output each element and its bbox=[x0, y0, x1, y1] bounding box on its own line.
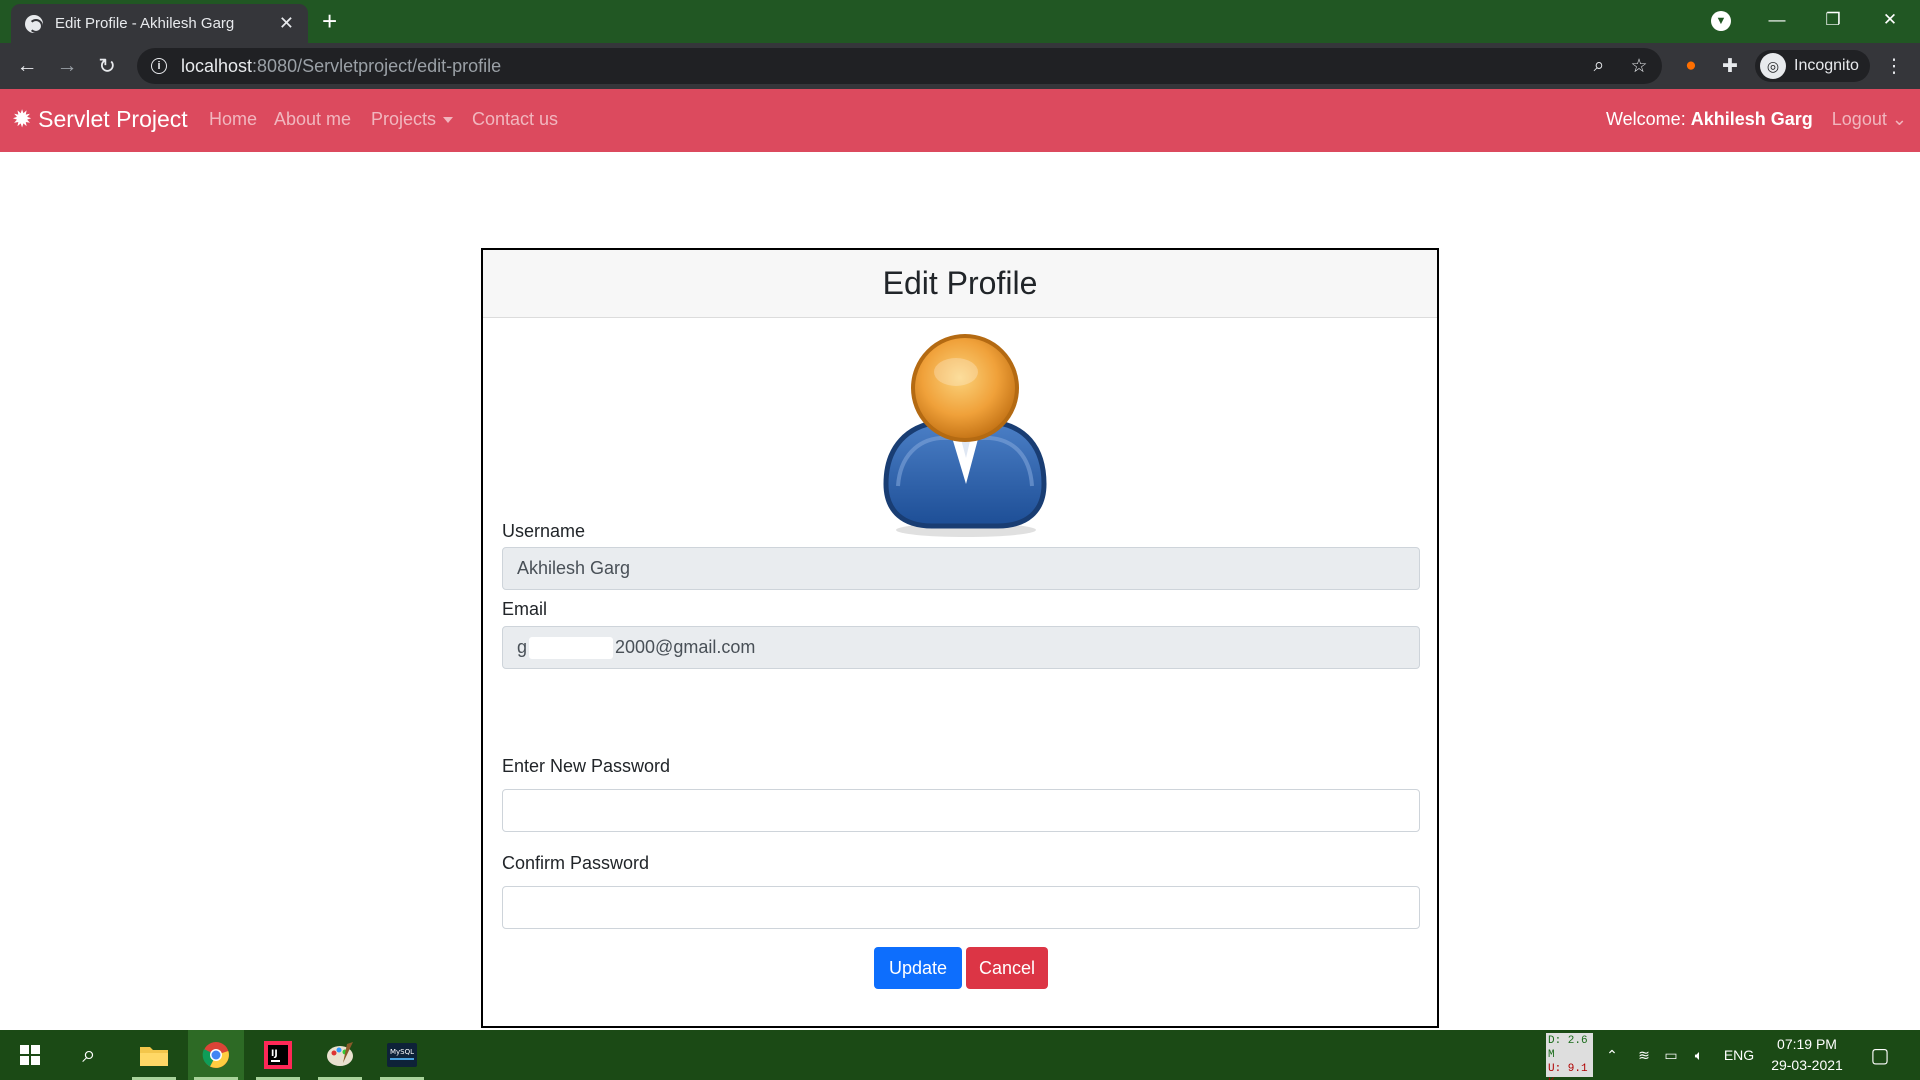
windows-icon[interactable] bbox=[2, 1030, 58, 1080]
paint-icon[interactable] bbox=[312, 1030, 368, 1080]
language-indicator[interactable]: ENG bbox=[1719, 1030, 1759, 1080]
nav-about-me[interactable]: About me bbox=[274, 109, 351, 130]
mysql-icon[interactable]: MySQL bbox=[374, 1030, 430, 1080]
clock-date: 29-03-2021 bbox=[1771, 1057, 1843, 1073]
extension-icon[interactable]: ● bbox=[1676, 51, 1706, 81]
welcome-user: Welcome: Akhilesh Garg Logout ⌄ bbox=[1606, 109, 1907, 130]
incognito-badge[interactable]: ◎ Incognito bbox=[1755, 50, 1870, 82]
restore-button[interactable]: ❐ bbox=[1809, 0, 1857, 40]
address-bar[interactable]: i localhost:8080/Servletproject/edit-pro… bbox=[137, 48, 1662, 84]
net-up-value: U: 9.1 K bbox=[1548, 1063, 1588, 1080]
welcome-username: Akhilesh Garg bbox=[1690, 109, 1813, 129]
intellij-icon[interactable]: IJ bbox=[250, 1030, 306, 1080]
logout-link[interactable]: Logout ⌄ bbox=[1832, 109, 1907, 129]
incognito-icon: ◎ bbox=[1760, 53, 1786, 79]
edit-profile-card: Edit Profile Username Akhilesh Garg Emai… bbox=[481, 248, 1439, 1028]
browser-toolbar: ← → ↻ i localhost:8080/Servletproject/ed… bbox=[0, 43, 1920, 89]
user-avatar-icon bbox=[883, 334, 1047, 537]
network-monitor: D: 2.6 M U: 9.1 K bbox=[1546, 1033, 1593, 1080]
close-icon[interactable]: ✕ bbox=[279, 13, 294, 34]
app-navbar: ✹ Servlet Project Home About me Projects… bbox=[0, 89, 1920, 152]
svg-text:MySQL: MySQL bbox=[390, 1048, 414, 1056]
username-label: Username bbox=[502, 521, 586, 541]
puzzle-icon[interactable]: ✚ bbox=[1715, 51, 1745, 81]
volume-icon[interactable]: 🔈︎ bbox=[1686, 1030, 1712, 1080]
email-label: Email bbox=[502, 599, 548, 619]
email-prefix: g bbox=[517, 637, 528, 657]
net-down-value: D: 2.6 M bbox=[1548, 1035, 1588, 1061]
nav-contact-us[interactable]: Contact us bbox=[472, 109, 558, 130]
username-field[interactable]: Akhilesh Garg bbox=[502, 547, 1420, 590]
clock[interactable]: 07:19 PM 29-03-2021 bbox=[1763, 1034, 1851, 1076]
tab-title: Edit Profile - Akhilesh Garg bbox=[55, 15, 235, 32]
minimize-button[interactable]: — bbox=[1753, 0, 1801, 40]
browser-tab[interactable]: Edit Profile - Akhilesh Garg ✕ bbox=[11, 4, 308, 43]
notification-icon[interactable]: ▢ bbox=[1860, 1030, 1900, 1080]
search-icon[interactable]: ⌕ bbox=[61, 1030, 117, 1080]
gear-icon: ✹ bbox=[12, 106, 33, 133]
new-tab-button[interactable]: + bbox=[322, 6, 337, 36]
nav-projects-label: Projects bbox=[371, 109, 437, 129]
update-button[interactable]: Update bbox=[874, 947, 962, 989]
reload-icon[interactable]: ↻ bbox=[92, 51, 122, 81]
globe-icon bbox=[25, 14, 43, 33]
chevron-up-icon[interactable]: ⌃ bbox=[1600, 1030, 1624, 1080]
email-field[interactable]: g 2000@gmail.com bbox=[502, 626, 1420, 669]
welcome-prefix: Welcome: bbox=[1606, 109, 1686, 129]
star-icon[interactable]: ☆ bbox=[1624, 51, 1654, 81]
brand-link[interactable]: ✹ Servlet Project bbox=[12, 105, 188, 134]
battery-icon[interactable]: ▭ bbox=[1658, 1030, 1684, 1080]
redaction-block bbox=[529, 636, 614, 659]
logout-label: Logout bbox=[1831, 109, 1887, 129]
folder-icon[interactable] bbox=[126, 1030, 182, 1080]
chevron-down-icon: ⌄ bbox=[1891, 109, 1907, 129]
confirm-password-label: Confirm Password bbox=[502, 853, 650, 873]
info-icon[interactable]: i bbox=[151, 58, 167, 74]
menu-icon[interactable]: ⋮ bbox=[1879, 51, 1909, 81]
cancel-button[interactable]: Cancel bbox=[966, 947, 1048, 989]
nav-projects[interactable]: Projects bbox=[371, 109, 454, 130]
tab-search-icon[interactable]: ▼ bbox=[1711, 11, 1731, 31]
svg-text:IJ: IJ bbox=[271, 1049, 278, 1059]
clock-time: 07:19 PM bbox=[1777, 1036, 1837, 1052]
back-arrow-icon[interactable]: ← bbox=[12, 51, 42, 81]
new-password-field[interactable] bbox=[502, 789, 1420, 832]
email-suffix: 2000@gmail.com bbox=[615, 637, 756, 657]
taskbar: ⌕ IJ MySQL D: 2.6 M U: 9.1 K ⌃ ≋ ▭ 🔈︎ EN… bbox=[0, 1030, 1920, 1080]
card-title: Edit Profile bbox=[483, 250, 1437, 318]
brand-label: Servlet Project bbox=[38, 106, 188, 132]
zoom-icon[interactable]: ⌕ bbox=[1584, 51, 1614, 81]
close-window-button[interactable]: ✕ bbox=[1866, 0, 1914, 40]
forward-arrow-icon[interactable]: → bbox=[52, 51, 82, 81]
incognito-label: Incognito bbox=[1794, 57, 1859, 74]
confirm-password-field[interactable] bbox=[502, 886, 1420, 929]
browser-titlebar: Edit Profile - Akhilesh Garg ✕ + ▼ — ❐ ✕ bbox=[0, 0, 1920, 43]
nav-home[interactable]: Home bbox=[209, 109, 257, 130]
url-path: :8080/Servletproject/edit-profile bbox=[252, 55, 502, 76]
username-value: Akhilesh Garg bbox=[517, 558, 631, 578]
url-host: localhost bbox=[181, 55, 253, 76]
chrome-icon[interactable] bbox=[188, 1030, 244, 1080]
caret-down-icon bbox=[443, 117, 454, 124]
new-password-label: Enter New Password bbox=[502, 756, 671, 776]
wifi-icon[interactable]: ≋ bbox=[1631, 1030, 1657, 1080]
